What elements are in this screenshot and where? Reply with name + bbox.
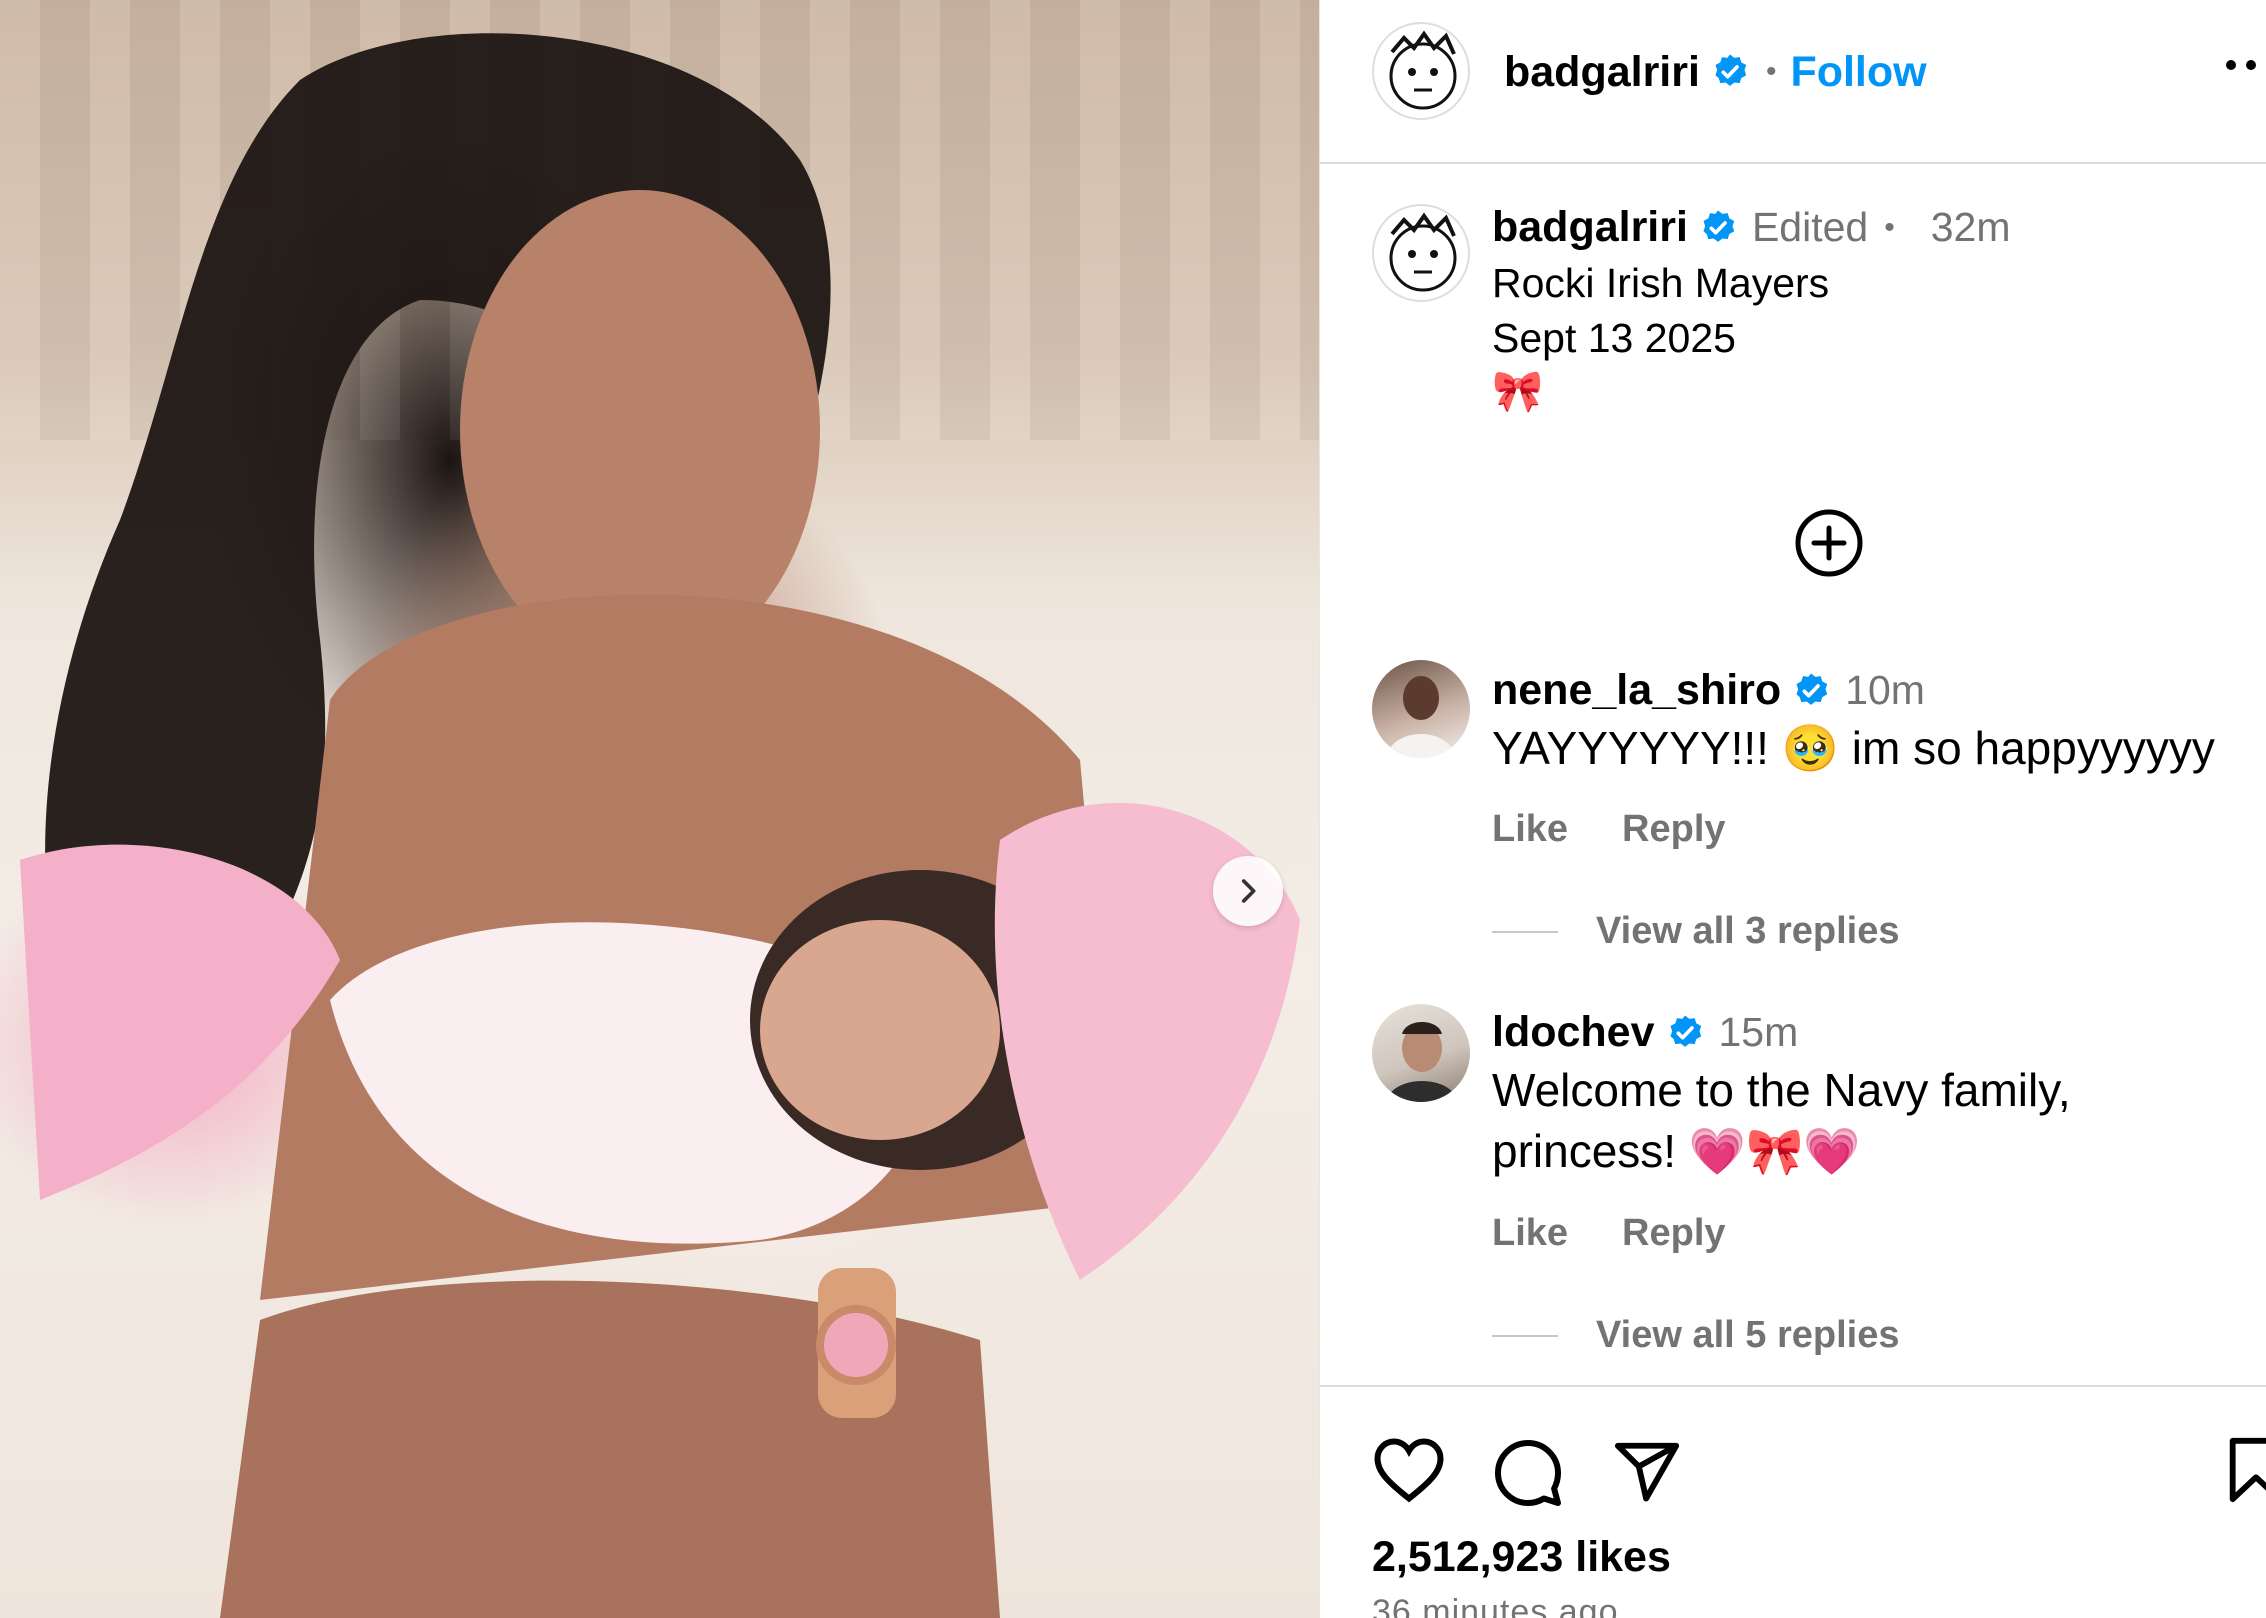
caption-username[interactable]: badgalriri: [1492, 203, 1688, 252]
more-dot-icon: [2226, 60, 2236, 70]
likes-count[interactable]: 2,512,923 likes: [1372, 1533, 1671, 1582]
comment-icon[interactable]: [1492, 1437, 1564, 1509]
share-icon[interactable]: [1612, 1437, 1682, 1507]
caption-author-avatar[interactable]: [1372, 204, 1470, 302]
caption-separator: •: [1884, 210, 1895, 244]
verified-badge-icon: [1670, 1015, 1701, 1047]
bookmark-icon[interactable]: [2226, 1435, 2266, 1505]
post-header: badgalriri • Follow: [1320, 0, 2266, 164]
comment-actions: Like Reply: [1492, 1212, 1726, 1255]
post-actions-bar: 2,512,923 likes 36 minutes ago: [1320, 1385, 2266, 1618]
chevron-right-icon: [1241, 879, 1256, 903]
header-username[interactable]: badgalriri: [1504, 48, 1700, 97]
comment-like-button[interactable]: Like: [1492, 808, 1568, 851]
header-separator: •: [1765, 55, 1777, 88]
comment-timestamp[interactable]: 15m: [1719, 1009, 1799, 1056]
commenter-avatar[interactable]: [1372, 1004, 1470, 1102]
load-more-comments-icon[interactable]: [1794, 508, 1864, 578]
comment-reply-button[interactable]: Reply: [1622, 1212, 1725, 1255]
view-replies-button[interactable]: View all 3 replies: [1492, 910, 1899, 953]
comment-like-button[interactable]: Like: [1492, 1212, 1568, 1255]
verified-badge-icon: [1703, 210, 1735, 242]
caption-timestamp[interactable]: 32m: [1931, 204, 2011, 251]
comment-username[interactable]: nene_la_shiro: [1492, 666, 1781, 715]
view-replies-label: View all 5 replies: [1596, 1314, 1900, 1356]
author-avatar[interactable]: [1372, 22, 1470, 120]
sketch-face-icon: [1389, 212, 1457, 292]
person-photo-icon: [1386, 676, 1456, 758]
view-replies-button[interactable]: View all 5 replies: [1492, 1314, 1899, 1357]
photo-scene: [20, 33, 1300, 1618]
caption-line-emoji: 🎀: [1492, 368, 1544, 414]
comment-timestamp[interactable]: 10m: [1845, 667, 1925, 714]
commenter-avatar[interactable]: [1372, 660, 1470, 758]
replies-divider: [1492, 1334, 1558, 1337]
comment-header: nene_la_shiro 10m: [1492, 666, 1925, 715]
post-time-ago: 36 minutes ago: [1372, 1593, 1619, 1618]
replies-divider: [1492, 930, 1558, 933]
comment-text: YAYYYYYY!!! 🥹 im so happyyyyyy: [1492, 722, 2215, 774]
caption-header: badgalriri Edited • 32m: [1492, 203, 2010, 252]
comment-actions: Like Reply: [1492, 808, 1726, 851]
caption-line-name: Rocki Irish Mayers: [1492, 260, 1830, 306]
edited-label: Edited: [1751, 204, 1869, 250]
comment-header: ldochev 15m: [1492, 1008, 1798, 1057]
next-photo-button[interactable]: [1213, 856, 1283, 926]
more-options-button[interactable]: [2226, 60, 2256, 70]
header-user-line: badgalriri • Follow: [1504, 44, 1927, 100]
more-dot-icon: [2246, 60, 2256, 70]
person-photo-icon: [1386, 1022, 1458, 1102]
post-details-panel: badgalriri • Follow badgalriri Edited • …: [1319, 0, 2266, 1618]
comment-username[interactable]: ldochev: [1492, 1008, 1655, 1057]
comment-reply-button[interactable]: Reply: [1622, 808, 1725, 851]
caption-line-date: Sept 13 2025: [1492, 315, 1736, 361]
sketch-face-icon: [1389, 30, 1457, 110]
heart-icon[interactable]: [1372, 1437, 1446, 1503]
view-replies-label: View all 3 replies: [1596, 910, 1900, 952]
verified-badge-icon: [1796, 673, 1828, 705]
verified-badge-icon: [1715, 54, 1747, 86]
follow-button[interactable]: Follow: [1790, 48, 1926, 97]
comment-text: Welcome to the Navy family, princess! 💗🎀…: [1492, 1064, 2071, 1177]
post-photo[interactable]: [0, 0, 1319, 1618]
